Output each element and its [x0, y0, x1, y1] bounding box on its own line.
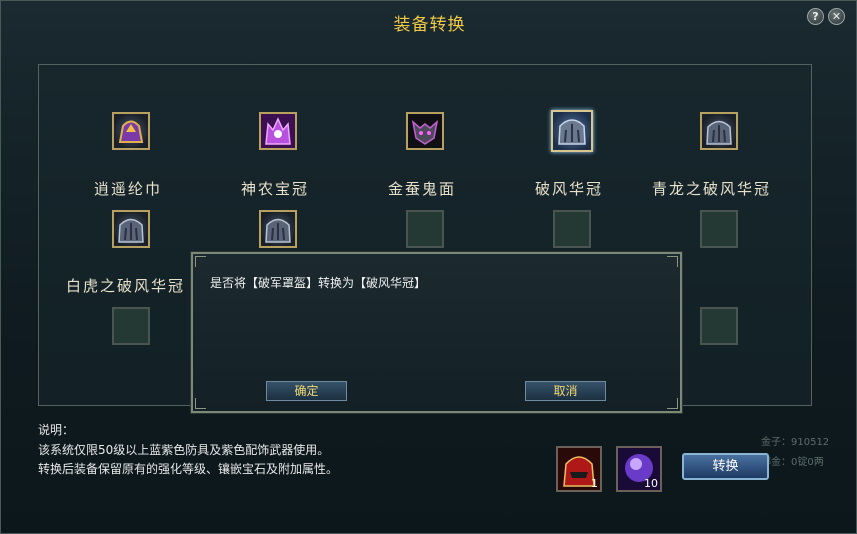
close-icon[interactable]: ✕ — [828, 8, 845, 25]
slot-label-4: 破风华冠 — [535, 180, 604, 198]
slot-extra-crown[interactable] — [259, 210, 297, 248]
empty-slot[interactable] — [700, 307, 738, 345]
purple-gold-helmet-icon — [118, 120, 144, 143]
slot-label-3: 金蚕鬼面 — [388, 180, 457, 198]
bg-bound-gold-label: 绑金：0锭0两 — [761, 457, 824, 468]
material-count: 1 — [591, 477, 598, 490]
slot-shennong-baoguan[interactable] — [259, 112, 297, 150]
dialog-corner-ornament — [195, 256, 206, 267]
empty-slot[interactable] — [112, 307, 150, 345]
slot-jincan-guimian[interactable] — [406, 112, 444, 150]
empty-slot[interactable] — [700, 210, 738, 248]
empty-slot[interactable] — [406, 210, 444, 248]
description-line-2: 转换后装备保留原有的强化等级、镶嵌宝石及附加属性。 — [38, 462, 339, 476]
slot-baihu-pofeng-huaguan[interactable] — [112, 210, 150, 248]
tiger-crown-icon — [118, 218, 144, 243]
cancel-button[interactable]: 取消 — [525, 381, 606, 401]
confirm-dialog: 是否将【破军罩盔】转换为【破风华冠】 确定 取消 — [191, 252, 682, 413]
material-slot-helmet[interactable]: 1 — [556, 446, 602, 492]
slot-label-2: 神农宝冠 — [241, 180, 310, 198]
dialog-corner-ornament — [667, 398, 678, 409]
dragon-crown-icon — [706, 120, 732, 145]
wind-crown-icon — [558, 119, 586, 145]
dialog-corner-ornament — [195, 398, 206, 409]
slot-xiaoyao-lunjin[interactable] — [112, 112, 150, 150]
slot-pofeng-huaguan[interactable] — [551, 110, 593, 152]
convert-button[interactable]: 转换 — [682, 453, 769, 480]
equipment-convert-window: 装备转换 ? ✕ 金子：910512 绑金：0锭0两 逍遥纶巾 神农宝冠 金蚕鬼… — [0, 0, 857, 534]
description-heading: 说明： — [38, 423, 75, 437]
slot-label-1: 逍遥纶巾 — [94, 180, 163, 198]
window-title: 装备转换 — [393, 15, 466, 35]
description-line-1: 该系统仅限50级以上蓝紫色防具及紫色配饰武器使用。 — [38, 443, 330, 457]
empty-slot[interactable] — [553, 210, 591, 248]
demon-mask-icon — [408, 114, 442, 148]
slot-label-6: 白虎之破风华冠 — [66, 277, 186, 295]
material-slot-gem[interactable]: 10 — [616, 446, 662, 492]
crown-icon — [265, 218, 291, 243]
violet-crown-icon — [261, 114, 295, 148]
bg-gold-label: 金子：910512 — [761, 437, 830, 448]
slot-qinglong-pofeng-huaguan[interactable] — [700, 112, 738, 150]
dialog-corner-ornament — [667, 256, 678, 267]
slot-label-5: 青龙之破风华冠 — [652, 180, 772, 198]
material-count: 10 — [644, 477, 658, 490]
help-icon[interactable]: ? — [807, 8, 824, 25]
confirm-button[interactable]: 确定 — [266, 381, 347, 401]
dialog-message: 是否将【破军罩盔】转换为【破风华冠】 — [210, 276, 427, 290]
